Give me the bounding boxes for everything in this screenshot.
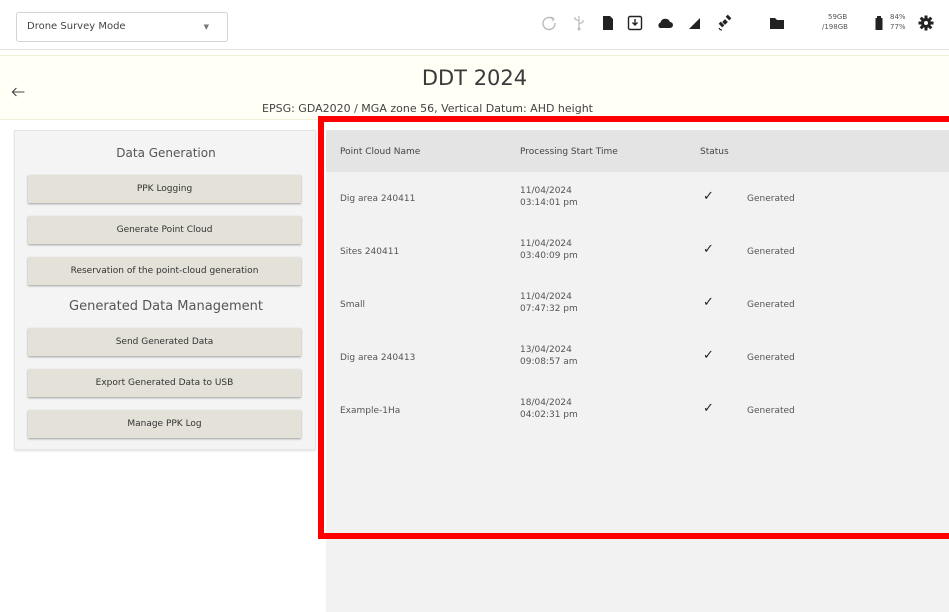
row-time: 03:40:09 pm (520, 251, 578, 261)
sd-card-icon (598, 14, 616, 32)
row-time: 04:02:31 pm (520, 410, 578, 420)
satellite-icon (716, 14, 734, 32)
row-name: Small (340, 300, 365, 310)
check-icon: ✓ (703, 295, 714, 310)
table-row[interactable]: Dig area 240411 11/04/2024 03:14:01 pm ✓… (326, 172, 949, 225)
check-icon: ✓ (703, 242, 714, 257)
row-start-time: 11/04/2024 03:40:09 pm (520, 238, 578, 262)
row-name: Dig area 240413 (340, 353, 416, 363)
column-header-start-time[interactable]: Processing Start Time (520, 147, 618, 157)
row-name: Dig area 240411 (340, 194, 416, 204)
row-status: Generated (747, 406, 795, 416)
export-usb-button[interactable]: Export Generated Data to USB (28, 369, 301, 397)
table-row[interactable]: Example-1Ha 18/04/2024 04:02:31 pm ✓ Gen… (326, 384, 949, 437)
row-status: Generated (747, 194, 795, 204)
row-date: 18/04/2024 (520, 398, 572, 408)
storage-indicator: 59GB /198GB (822, 12, 848, 32)
title-bar: DDT 2024 EPSG: GDA2020 / MGA zone 56, Ve… (0, 55, 949, 120)
reservation-point-cloud-button[interactable]: Reservation of the point-cloud generatio… (28, 257, 301, 285)
table-row[interactable]: Dig area 240413 13/04/2024 09:08:57 am ✓… (326, 331, 949, 384)
status-icons: 59GB /198GB 84% 77% (0, 0, 949, 50)
section-title-data-generation: Data Generation (116, 146, 216, 160)
check-icon: ✓ (703, 401, 714, 416)
download-icon (626, 14, 644, 32)
table-row[interactable]: Small 11/04/2024 07:47:32 pm ✓ Generated (326, 278, 949, 331)
usb-icon (570, 14, 588, 32)
section-title-generated-data-management: Generated Data Management (69, 299, 263, 314)
row-name: Sites 240411 (340, 247, 400, 257)
check-icon: ✓ (703, 189, 714, 204)
row-start-time: 18/04/2024 04:02:31 pm (520, 397, 578, 421)
row-time: 03:14:01 pm (520, 198, 578, 208)
row-date: 11/04/2024 (520, 239, 572, 249)
row-status: Generated (747, 247, 795, 257)
row-start-time: 11/04/2024 03:14:01 pm (520, 185, 578, 209)
cloud-icon (656, 14, 674, 32)
ppk-logging-button[interactable]: PPK Logging (28, 175, 301, 203)
row-time: 07:47:32 pm (520, 304, 578, 314)
row-date: 13/04/2024 (520, 345, 572, 355)
point-cloud-table: Point Cloud Name Processing Start Time S… (326, 130, 949, 612)
row-status: Generated (747, 353, 795, 363)
table-row[interactable]: Sites 240411 11/04/2024 03:40:09 pm ✓ Ge… (326, 225, 949, 278)
generate-point-cloud-button[interactable]: Generate Point Cloud (28, 216, 301, 244)
left-panel: Data Generation PPK Logging Generate Poi… (14, 130, 316, 450)
column-header-name[interactable]: Point Cloud Name (340, 147, 420, 157)
manage-ppk-log-button[interactable]: Manage PPK Log (28, 410, 301, 438)
row-time: 09:08:57 am (520, 357, 578, 367)
battery-percentages: 84% 77% (890, 12, 906, 32)
storage-used: 59GB (828, 13, 848, 21)
signal-icon (686, 14, 704, 32)
table-header: Point Cloud Name Processing Start Time S… (326, 130, 949, 172)
page-subtitle: EPSG: GDA2020 / MGA zone 56, Vertical Da… (262, 102, 593, 115)
gear-icon[interactable] (917, 14, 935, 32)
row-date: 11/04/2024 (520, 292, 572, 302)
battery-icon (870, 14, 888, 32)
row-date: 11/04/2024 (520, 186, 572, 196)
row-start-time: 13/04/2024 09:08:57 am (520, 344, 578, 368)
battery-pct-1: 84% (890, 13, 906, 21)
page-title: DDT 2024 (421, 66, 528, 90)
battery-pct-2: 77% (890, 23, 906, 31)
check-icon: ✓ (703, 348, 714, 363)
top-bar: Drone Survey Mode ▼ 59GB /198GB 84% 77% (0, 0, 949, 50)
refresh-icon (540, 14, 558, 32)
row-start-time: 11/04/2024 07:47:32 pm (520, 291, 578, 315)
send-generated-data-button[interactable]: Send Generated Data (28, 328, 301, 356)
storage-total: /198GB (822, 23, 848, 31)
column-header-status[interactable]: Status (700, 147, 729, 157)
row-name: Example-1Ha (340, 406, 401, 416)
row-status: Generated (747, 300, 795, 310)
folder-icon (768, 14, 786, 32)
